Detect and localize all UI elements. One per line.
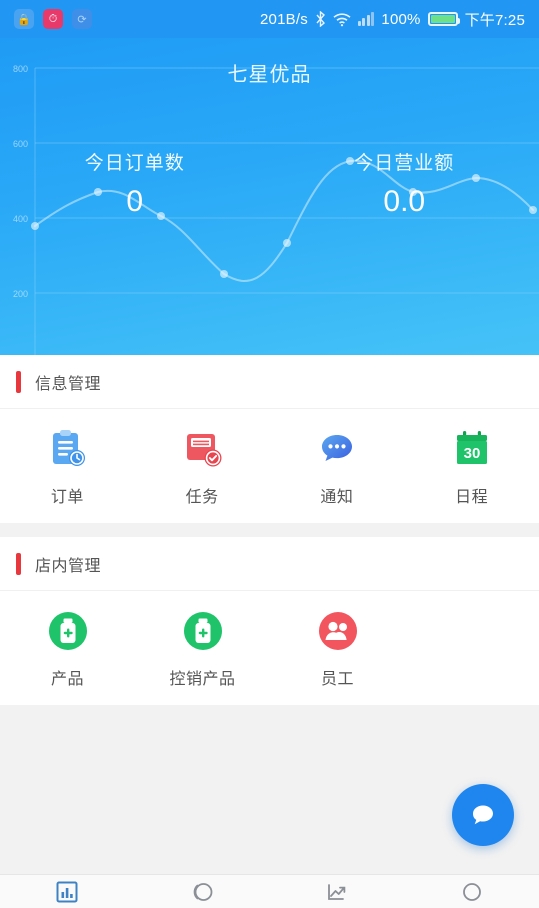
page-title: 七星优品 [227,64,312,86]
nav-item-statistics[interactable] [270,880,405,904]
clock-label: 下午7:25 [464,11,525,29]
clock-icon: ⏱ [43,9,63,29]
bottom-navigation-bar [0,874,539,908]
clipboard-clock-icon [45,427,89,471]
calendar-day-label: 30 [463,445,480,462]
chat-dots-icon [315,427,359,471]
bar-chart-icon [56,881,78,902]
section-info-management: 信息管理 订单 任务 通知 30 日程 [0,355,539,523]
stat-today-revenue[interactable]: 今日营业额 0.0 [270,148,539,219]
stat-label: 今日订单数 [84,153,185,174]
grid-item-tasks[interactable]: 任务 [135,427,270,507]
people-icon [316,609,360,653]
bluetooth-icon [315,11,326,27]
grid-item-label: 产品 [50,671,84,688]
grid-item-notifications[interactable]: 通知 [270,427,405,507]
grid-item-label: 任务 [185,489,219,506]
network-speed-label: 201B/s [260,10,308,28]
battery-icon [427,12,460,26]
stat-value: 0 [126,185,144,218]
sync-icon: ⟳ [72,9,92,29]
grid-item-label: 控销产品 [169,671,236,688]
status-bar: 🔒 ⏱ ⟳ 201B/s 100% 下午7:25 [0,0,539,38]
grid-item-controlled-products[interactable]: 控销产品 [135,609,270,689]
profile-circle-icon [462,882,481,901]
svg-text:200: 200 [13,289,28,299]
message-circle-icon [193,882,213,901]
grid-item-schedule[interactable]: 30 日程 [404,427,539,507]
nav-item-dashboard[interactable] [0,880,135,904]
battery-percent-label: 100% [381,10,421,28]
lock-icon: 🔒 [14,9,34,29]
section-accent-bar [16,552,21,575]
section-title: 店内管理 [35,557,102,575]
section-title: 信息管理 [35,375,102,393]
stat-label: 今日营业额 [354,153,455,174]
section-store-management: 店内管理 产品 控销产品 员工 [0,537,539,705]
grid-item-label: 通知 [320,489,354,506]
trend-up-icon [327,883,346,900]
section-divider [0,523,539,537]
grid-item-staff[interactable]: 员工 [270,609,405,689]
section-grid: 产品 控销产品 员工 [0,591,539,705]
signal-icon [357,12,375,26]
grid-item-label: 日程 [455,489,489,506]
section-header: 店内管理 [0,537,539,591]
stats-row: 今日订单数 0 今日营业额 0.0 [0,148,539,219]
medicine-bottle-icon [46,609,90,653]
status-bar-indicators: 201B/s 100% 下午7:25 [260,9,525,30]
section-header: 信息管理 [0,355,539,409]
folder-check-icon [180,427,224,471]
dashboard-header: 800 600 400 200 0 0 1 2 3 4 5 6 7 8 七星优品… [0,38,539,355]
grid-item-products[interactable]: 产品 [0,609,135,689]
medicine-bottle-icon [181,609,225,653]
nav-item-profile[interactable] [404,880,539,904]
wifi-icon [333,12,351,27]
section-grid: 订单 任务 通知 30 日程 [0,409,539,523]
section-accent-bar [16,370,21,393]
nav-item-messages[interactable] [135,880,270,904]
grid-item-label: 员工 [320,671,354,688]
chat-fab-button[interactable] [452,784,514,846]
stat-today-orders[interactable]: 今日订单数 0 [0,148,270,219]
grid-item-label: 订单 [50,489,84,506]
stat-value: 0.0 [383,185,426,218]
grid-item-orders[interactable]: 订单 [0,427,135,507]
calendar-icon: 30 [450,427,494,471]
status-bar-app-icons: 🔒 ⏱ ⟳ [14,9,92,29]
chat-bubble-icon [473,805,493,825]
